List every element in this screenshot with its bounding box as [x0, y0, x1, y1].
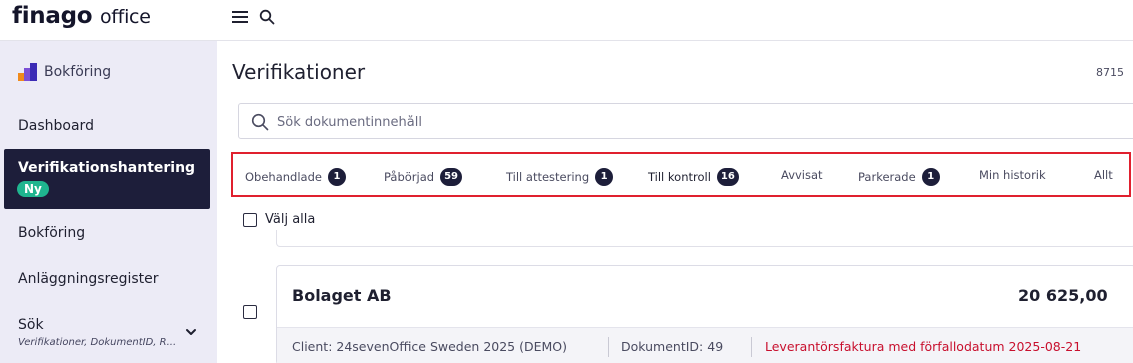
finago-office-logo[interactable]: finago office [12, 3, 151, 29]
tab-min-historik[interactable]: Min historik [979, 168, 1046, 182]
new-badge: Ny [17, 181, 49, 197]
sidebar: Bokföring Dashboard Verifikationshanteri… [0, 41, 217, 363]
tab-parkerade[interactable]: Parkerade 1 [858, 168, 940, 186]
module-label: Bokföring [44, 64, 112, 80]
tab-till-kontroll[interactable]: Till kontroll 16 [648, 168, 739, 186]
tab-obehandlade[interactable]: Obehandlade 1 [245, 168, 346, 186]
document-search[interactable] [238, 103, 1133, 139]
previous-list-item [276, 230, 1133, 247]
logo-main-text: finago [12, 3, 93, 29]
tab-label: Obehandlade [245, 170, 322, 184]
search-icon [251, 113, 269, 131]
sidebar-item-anlaggningsregister[interactable]: Anläggningsregister [18, 271, 159, 287]
page-title: Verifikationer [232, 60, 366, 84]
logo-sub-text: office [99, 6, 151, 28]
due-date-warning: Leverantörsfaktura med förfallodatum 202… [765, 339, 1082, 354]
sidebar-item-sok-sublabel: Verifikationer, DokumentID, R... [18, 337, 177, 348]
sidebar-item-bokforing[interactable]: Bokföring [18, 225, 85, 241]
select-all[interactable]: Välj alla [243, 212, 315, 227]
tab-count-badge: 16 [716, 168, 739, 186]
record-count: 8715 [1096, 66, 1124, 79]
tab-till-attestering[interactable]: Till attestering 1 [506, 168, 614, 186]
document-id: DokumentID: 49 [621, 339, 724, 354]
bookkeeping-bars-icon [18, 63, 37, 81]
select-all-label: Välj alla [265, 212, 316, 227]
sidebar-item-verifikationshantering[interactable]: Verifikationshantering Ny [4, 149, 210, 209]
item-checkbox[interactable] [243, 305, 257, 319]
search-icon[interactable] [259, 9, 275, 25]
divider [608, 337, 609, 357]
client-name: Client: 24sevenOffice Sweden 2025 (DEMO) [292, 339, 568, 354]
chevron-down-icon[interactable] [185, 326, 197, 338]
amount: 20 625,00 [1018, 286, 1108, 305]
select-all-checkbox[interactable] [243, 212, 257, 227]
tab-label: Till attestering [506, 170, 590, 184]
tab-label: Påbörjad [384, 170, 435, 184]
sidebar-item-dashboard[interactable]: Dashboard [18, 118, 94, 134]
sidebar-item-label: Verifikationshantering [18, 160, 196, 176]
search-input[interactable] [277, 110, 1077, 134]
tab-count-badge: 1 [327, 168, 346, 186]
tab-count-badge: 1 [921, 168, 940, 186]
top-bar: finago office [0, 0, 1133, 41]
tab-count-badge: 59 [440, 168, 462, 186]
tab-label: Avvisat [781, 168, 823, 182]
tab-label: Till kontroll [648, 170, 711, 184]
sidebar-item-sok[interactable]: Sök [18, 317, 44, 333]
tab-label: Parkerade [858, 170, 916, 184]
divider [751, 337, 752, 357]
status-tabs: Obehandlade 1 Påbörjad 59 Till attesteri… [231, 152, 1131, 197]
company-name: Bolaget AB [292, 286, 392, 305]
list-item-footer: Client: 24sevenOffice Sweden 2025 (DEMO)… [277, 327, 1133, 363]
tab-count-badge: 1 [595, 168, 614, 186]
sidebar-module-header[interactable]: Bokföring [18, 63, 111, 81]
list-item[interactable]: Bolaget AB 20 625,00 Client: 24sevenOffi… [276, 265, 1133, 363]
tab-label: Min historik [979, 168, 1046, 182]
tab-allt[interactable]: Allt [1094, 168, 1113, 182]
tab-avvisat[interactable]: Avvisat [781, 168, 823, 182]
hamburger-icon[interactable] [232, 11, 248, 25]
tab-paborjad[interactable]: Påbörjad 59 [384, 168, 462, 186]
tab-label: Allt [1094, 168, 1113, 182]
